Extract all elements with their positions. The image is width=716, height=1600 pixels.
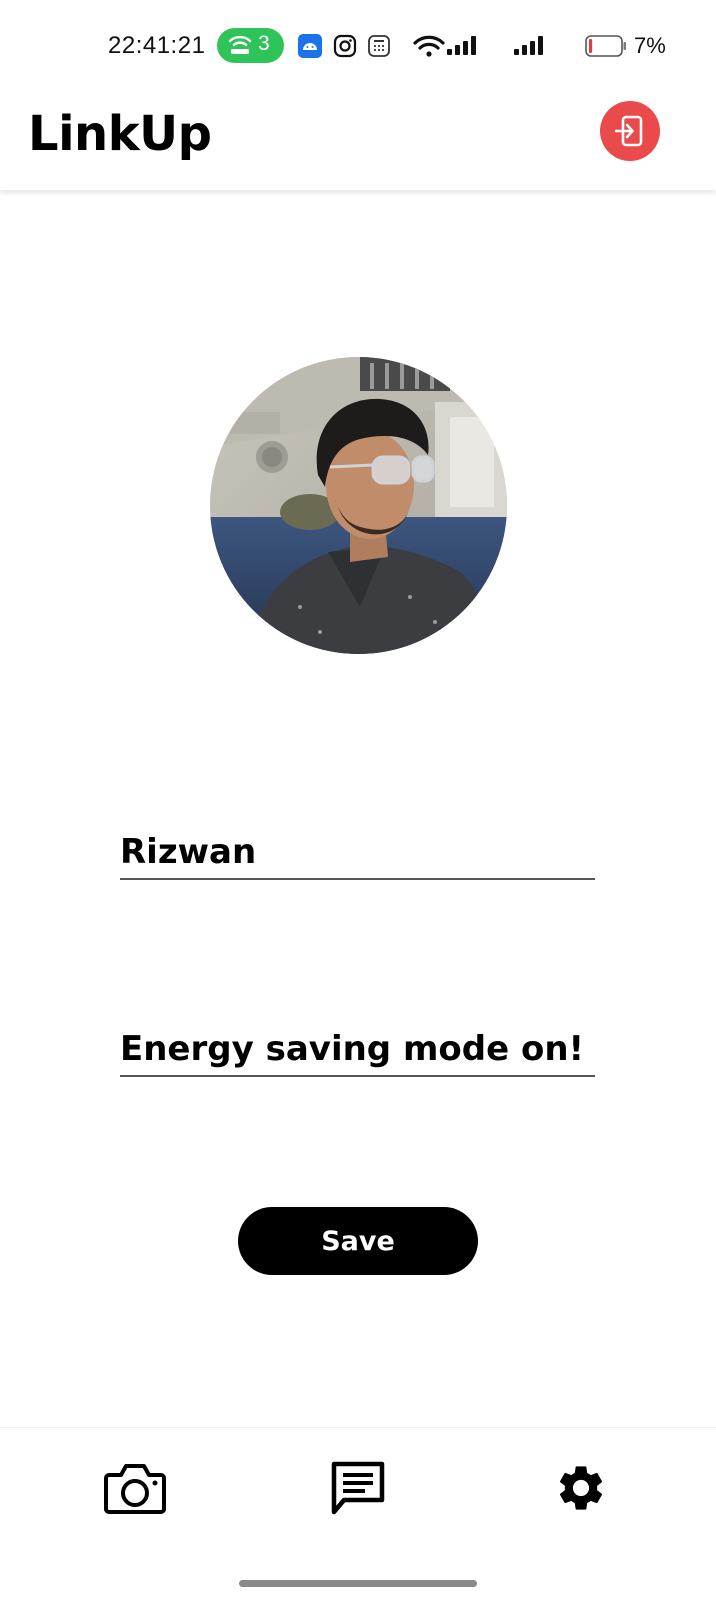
app-bar: LinkUp (0, 90, 716, 190)
hotspot-icon (228, 35, 252, 54)
app-title: LinkUp (28, 106, 212, 162)
profile-avatar[interactable] (210, 357, 507, 654)
status-input[interactable] (120, 1029, 595, 1075)
battery-icon (585, 35, 626, 57)
logout-button[interactable] (600, 101, 660, 161)
nav-chats[interactable] (239, 1428, 477, 1548)
profile-photo (210, 357, 507, 654)
battery-percent: 7% (634, 33, 666, 58)
status-time: 22:41:21 (108, 32, 206, 59)
camera-icon (104, 1464, 166, 1514)
status-bar: 22:41:21 3 7% (0, 0, 716, 90)
name-input[interactable] (120, 832, 595, 878)
nav-camera[interactable] (16, 1428, 254, 1548)
name-field[interactable] (120, 832, 595, 880)
hotspot-count: 3 (258, 32, 270, 55)
signal-icon (514, 36, 543, 55)
logout-icon (615, 115, 643, 147)
bottom-nav (0, 1427, 716, 1547)
signal-icon (447, 36, 476, 55)
chat-icon (331, 1461, 385, 1515)
calculator-icon (368, 35, 390, 57)
settings-icon (559, 1466, 603, 1510)
home-indicator[interactable] (239, 1580, 477, 1587)
nav-settings[interactable] (462, 1428, 700, 1548)
save-button[interactable]: Save (238, 1207, 478, 1275)
instagram-icon (333, 34, 357, 58)
hotspot-badge: 3 (217, 28, 284, 63)
status-field[interactable] (120, 1029, 595, 1077)
android-app-icon (298, 34, 322, 58)
wifi-icon (413, 35, 445, 57)
